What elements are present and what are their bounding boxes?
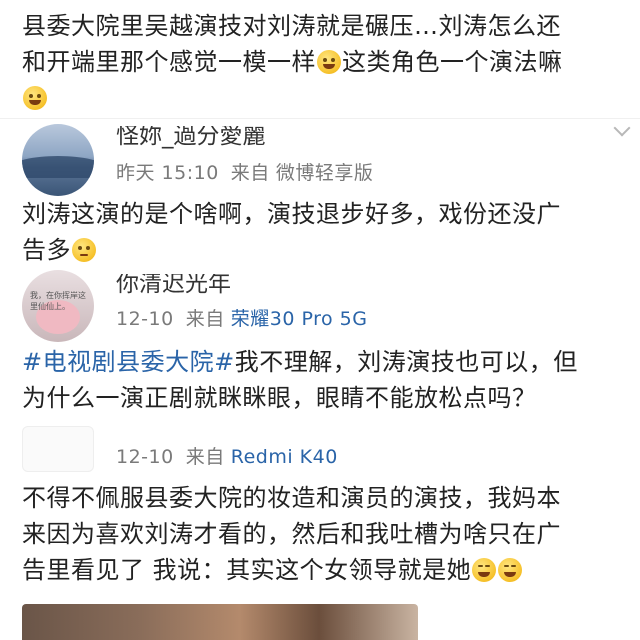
smile-emoji-icon <box>317 50 341 74</box>
avatar[interactable] <box>22 124 94 196</box>
post-meta: 昨天 15:10 来自 微博轻享版 <box>116 158 373 185</box>
avatar[interactable] <box>22 426 94 472</box>
from-label: 来自 <box>185 308 225 330</box>
post-text-1: 县委大院里吴越演技对刘涛就是碾压…刘涛怎么还 和开端里那个感觉一模一样 这类角色一… <box>22 8 622 116</box>
post-line: 来因为喜欢刘涛才看的，然后和我吐槽为啥只在广 <box>22 520 561 548</box>
post-line: 和开端里那个感觉一模一样 这类角色一个演法嘛 <box>22 48 563 76</box>
comment-user-row[interactable]: 怪妳_過分愛麗 昨天 15:10 来自 微博轻享版 <box>22 112 631 196</box>
attached-image[interactable] <box>22 604 418 640</box>
post-meta: 12-10 来自 Redmi K40 <box>116 442 338 469</box>
avatar[interactable]: 我，在你挥岸这里仙仙上。 <box>22 270 94 342</box>
post-line: 告里看见了 我说：其实这个女领导就是她 <box>22 552 622 588</box>
post-line: 为什么一演正剧就眯眯眼，眼睛不能放松点吗？ <box>22 384 537 412</box>
timestamp: 12-10 <box>116 308 174 330</box>
post-meta: 12-10 来自 荣耀30 Pro 5G <box>116 304 367 331</box>
device-label: 微博轻享版 <box>275 162 374 184</box>
avatar-caption: 我，在你挥岸这里仙仙上。 <box>30 291 86 311</box>
device-label[interactable]: Redmi K40 <box>231 446 338 468</box>
laugh-emoji-icon <box>472 558 497 582</box>
post-text-4: 不得不佩服县委大院的妆造和演员的演技，我妈本 来因为喜欢刘涛才看的，然后和我吐槽… <box>22 480 622 588</box>
think-emoji-icon <box>72 238 96 262</box>
post-line: 县委大院里吴越演技对刘涛就是碾压…刘涛怎么还 <box>22 12 561 40</box>
post-text-3: #电视剧县委大院#我不理解，刘涛演技也可以，但 为什么一演正剧就眯眯眼，眼睛不能… <box>22 344 622 416</box>
post-line: 不得不佩服县委大院的妆造和演员的演技，我妈本 <box>22 484 561 512</box>
smile-emoji-icon <box>23 86 47 110</box>
username[interactable]: 你清迟光年 <box>116 274 231 298</box>
post-line: #电视剧县委大院#我不理解，刘涛演技也可以，但 <box>22 348 578 376</box>
timestamp: 12-10 <box>116 446 174 468</box>
chevron-down-icon[interactable] <box>613 119 631 137</box>
comment-user-row[interactable]: 我，在你挥岸这里仙仙上。 你清迟光年 12-10 来自 荣耀30 Pro 5G <box>22 262 622 342</box>
laugh-emoji-icon <box>498 558 523 582</box>
post-line <box>22 80 622 116</box>
hashtag-link[interactable]: #电视剧县委大院# <box>22 348 235 376</box>
username[interactable]: 怪妳_過分愛麗 <box>116 126 266 150</box>
device-label[interactable]: 荣耀30 Pro 5G <box>231 308 368 330</box>
post-line: 刘涛这演的是个啥啊，演技退步好多，戏份还没广 <box>22 200 561 228</box>
from-label: 来自 <box>185 446 225 468</box>
from-label: 来自 <box>230 162 270 184</box>
post-text-2: 刘涛这演的是个啥啊，演技退步好多，戏份还没广 告多 <box>22 196 622 268</box>
timestamp: 昨天 15:10 <box>116 162 219 184</box>
